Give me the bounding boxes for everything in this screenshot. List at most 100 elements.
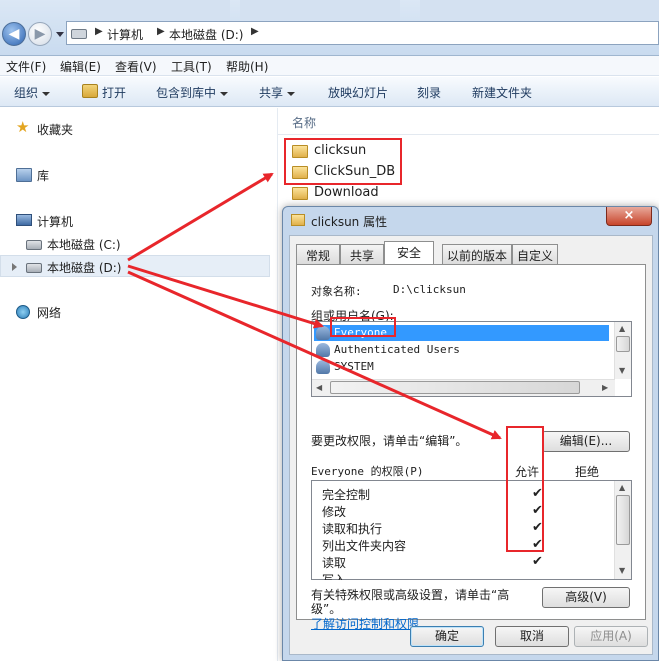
tab-sharing[interactable]: 共享 <box>340 244 384 264</box>
chevron-right-icon[interactable]: ▶ <box>157 26 165 37</box>
address-bar: ◀ ▶ ▶ 计算机 ▶ 本地磁盘 (D:) ▶ <box>0 0 659 56</box>
scroll-down-icon[interactable]: ▼ <box>619 366 625 375</box>
check-icon: ✔ <box>532 554 543 569</box>
tab-customize[interactable]: 自定义 <box>512 244 558 264</box>
cancel-button[interactable]: 取消 <box>495 626 569 647</box>
slideshow-button[interactable]: 放映幻灯片 <box>328 84 388 101</box>
permission-row: 修改 ✔ <box>322 503 543 520</box>
user-group-icon <box>316 360 330 374</box>
scroll-up-icon[interactable]: ▲ <box>619 483 625 492</box>
nav-libraries[interactable]: 库 <box>37 167 49 184</box>
nav-drive-c[interactable]: 本地磁盘 (C:) <box>47 236 121 253</box>
permission-label: 读取和执行 <box>322 522 383 536</box>
star-icon: ★ <box>16 118 30 136</box>
scroll-thumb[interactable] <box>616 336 630 352</box>
include-label: 包含到库中 <box>156 86 217 100</box>
advanced-button[interactable]: 高级(V) <box>542 587 630 608</box>
menu-tools[interactable]: 工具(T) <box>171 58 212 75</box>
object-name-value: D:\clicksun <box>393 283 466 296</box>
advanced-hint-text: 有关特殊权限或高级设置，请单击“高级”。 <box>311 588 510 616</box>
permission-row: 读取和执行 ✔ <box>322 520 543 537</box>
drive-icon <box>26 240 42 250</box>
library-icon <box>16 168 32 182</box>
background-tab <box>80 0 230 20</box>
permission-label: 修改 <box>322 505 347 519</box>
forward-arrow-icon: ▶ <box>34 26 46 42</box>
file-name: Download <box>314 185 379 200</box>
permission-row: 完全控制 ✔ <box>322 486 543 503</box>
navigation-pane: ★ 收藏夹 库 计算机 本地磁盘 (C:) 本地磁盘 (D:) 网络 <box>0 108 276 661</box>
horizontal-scrollbar[interactable]: ◀ ▶ <box>312 379 615 396</box>
expand-arrow-icon[interactable] <box>12 263 17 271</box>
vertical-scrollbar[interactable]: ▲ ▼ <box>614 481 631 579</box>
scroll-thumb[interactable] <box>616 495 630 545</box>
menu-view[interactable]: 查看(V) <box>115 58 157 75</box>
permission-label: 完全控制 <box>322 488 371 502</box>
open-icon <box>82 84 98 98</box>
scroll-left-icon[interactable]: ◀ <box>316 383 322 392</box>
forward-button[interactable]: ▶ <box>28 22 52 46</box>
edit-hint-text: 要更改权限，请单击“编辑”。 <box>311 434 468 448</box>
menu-bar: 文件(F) 编辑(E) 查看(V) 工具(T) 帮助(H) <box>0 56 659 76</box>
permissions-title: Everyone 的权限(P) <box>311 465 424 478</box>
share-label: 共享 <box>259 86 284 100</box>
address-field[interactable]: ▶ 计算机 ▶ 本地磁盘 (D:) ▶ <box>66 21 659 45</box>
drive-icon <box>26 263 42 273</box>
annotation-box-allow <box>506 426 544 552</box>
annotation-box-everyone <box>330 317 396 337</box>
scroll-right-icon[interactable]: ▶ <box>602 383 608 392</box>
column-divider <box>278 134 659 135</box>
annotation-box-folders <box>284 138 402 185</box>
open-button[interactable]: 打开 <box>102 84 126 101</box>
tab-general[interactable]: 常规 <box>296 244 340 264</box>
menu-file[interactable]: 文件(F) <box>6 58 46 75</box>
vertical-scrollbar[interactable]: ▲ ▼ <box>614 322 631 379</box>
share-button[interactable]: 共享 <box>259 84 296 101</box>
scroll-down-icon[interactable]: ▼ <box>619 566 625 575</box>
scroll-up-icon[interactable]: ▲ <box>619 324 625 333</box>
edit-button[interactable]: 编辑(E)... <box>542 431 630 452</box>
user-group-icon <box>316 343 330 357</box>
caret-down-icon <box>287 91 296 96</box>
scroll-thumb[interactable] <box>330 381 580 394</box>
recent-pages-dropdown[interactable] <box>56 32 64 37</box>
organize-button[interactable]: 组织 <box>14 84 51 101</box>
user-name: Authenticated Users <box>334 343 460 356</box>
chevron-right-icon[interactable]: ▶ <box>95 26 103 37</box>
access-control-help-link[interactable]: 了解访问控制和权限 <box>311 615 419 632</box>
user-name: SYSTEM <box>334 360 374 373</box>
apply-button[interactable]: 应用(A) <box>574 626 648 647</box>
nav-drive-d[interactable]: 本地磁盘 (D:) <box>47 259 121 276</box>
permission-label: 写入 <box>322 573 347 580</box>
properties-dialog: clicksun 属性 × 常规 共享 安全 以前的版本 自定义 对象名称: D… <box>282 206 659 661</box>
dialog-body: 常规 共享 安全 以前的版本 自定义 对象名称: D:\clicksun 组或用… <box>289 235 653 655</box>
permission-row: 写入✔ <box>322 571 346 580</box>
organize-label: 组织 <box>14 86 39 100</box>
permissions-list: 完全控制✔ 修改✔ 读取和执行✔ 列出文件夹内容✔ 读取 ✔ 写入✔ ▲ ▼ <box>311 480 632 580</box>
nav-favorites[interactable]: 收藏夹 <box>37 121 73 138</box>
column-header-name[interactable]: 名称 <box>292 114 316 131</box>
drive-icon <box>71 29 87 39</box>
menu-help[interactable]: 帮助(H) <box>226 58 268 75</box>
breadcrumb-computer[interactable]: 计算机 <box>107 26 143 43</box>
new-folder-button[interactable]: 新建文件夹 <box>472 84 532 101</box>
tab-previous-versions[interactable]: 以前的版本 <box>442 244 512 264</box>
chevron-right-icon[interactable]: ▶ <box>251 26 259 37</box>
include-in-library-button[interactable]: 包含到库中 <box>156 84 229 101</box>
back-button[interactable]: ◀ <box>2 22 26 46</box>
caret-down-icon <box>42 91 51 96</box>
menu-edit[interactable]: 编辑(E) <box>60 58 101 75</box>
tab-security[interactable]: 安全 <box>384 241 434 265</box>
breadcrumb-drive-d[interactable]: 本地磁盘 (D:) <box>169 26 243 43</box>
close-button[interactable]: × <box>606 207 652 226</box>
nav-network[interactable]: 网络 <box>37 304 61 321</box>
nav-computer[interactable]: 计算机 <box>37 213 73 230</box>
background-tab <box>240 0 400 20</box>
ok-button[interactable]: 确定 <box>410 626 484 647</box>
permission-label: 读取 <box>322 556 347 570</box>
background-tab <box>420 0 659 20</box>
burn-button[interactable]: 刻录 <box>417 84 441 101</box>
deny-column-header: 拒绝 <box>575 465 600 479</box>
dialog-title: clicksun 属性 <box>311 215 388 229</box>
computer-icon <box>16 214 32 226</box>
